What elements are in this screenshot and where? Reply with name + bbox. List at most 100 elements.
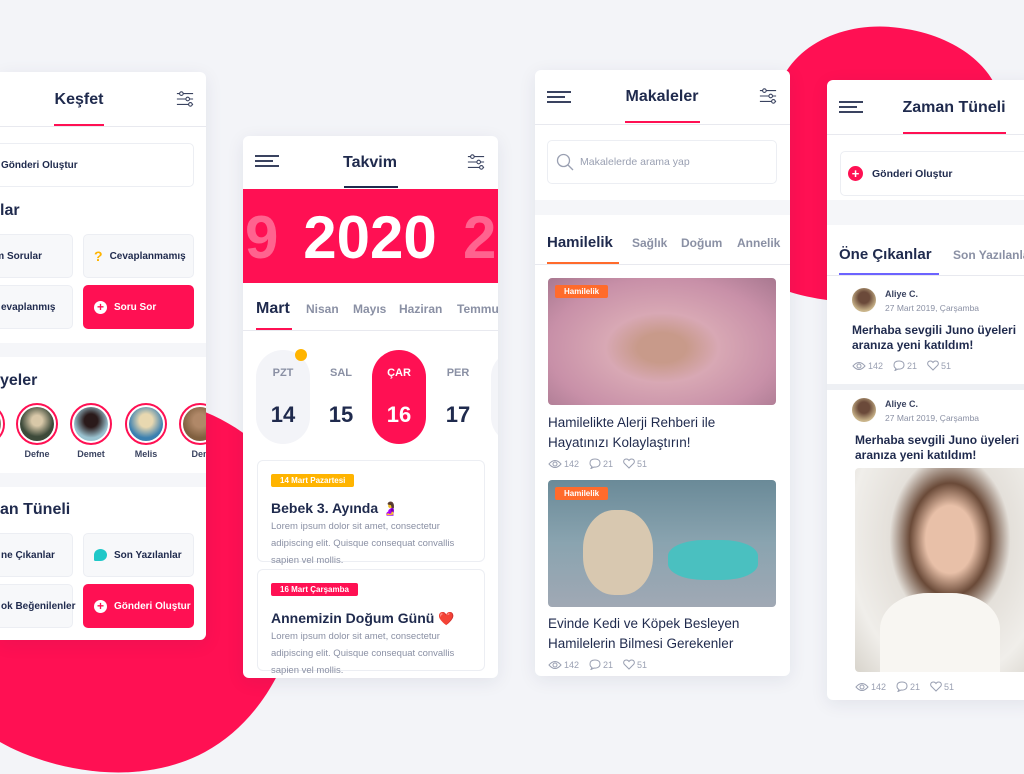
unanswered-button[interactable]: ? Cevaplanmamış xyxy=(83,234,194,278)
post-text[interactable]: Merhaba sevgili Juno üyeleri aranıza yen… xyxy=(855,433,1024,463)
divider xyxy=(535,264,790,265)
article-title[interactable]: Hamilelikte Alerji Rehberi ile Hayatınız… xyxy=(548,413,768,453)
avatar[interactable] xyxy=(125,403,167,445)
heart-emoji-icon: ❤️ xyxy=(438,611,455,626)
section-separator xyxy=(0,343,206,357)
pregnant-emoji-icon: 🤰 xyxy=(382,501,399,516)
title-underline xyxy=(344,186,398,188)
takvim-screen: Takvim 9 2020 2 Mart Nisan Mayıs Haziran… xyxy=(243,136,498,678)
member-name: Den xyxy=(191,449,206,459)
tab-hamilelik[interactable]: Hamilelik xyxy=(547,234,613,251)
search-icon xyxy=(556,153,574,171)
article-title[interactable]: Evinde Kedi ve Köpek Besleyen Hamileleri… xyxy=(548,614,768,654)
search-input[interactable]: Makalelerde arama yap xyxy=(547,140,777,184)
section-separator xyxy=(0,473,206,487)
tab-featured[interactable]: Öne Çıkanlar xyxy=(839,246,932,263)
article-image-baby-feet[interactable]: Hamilelik xyxy=(548,278,776,405)
plus-icon: + xyxy=(94,300,107,314)
makaleler-screen: Makaleler Makalelerde arama yap Hamileli… xyxy=(535,70,790,676)
eye-icon xyxy=(548,459,562,469)
day-car[interactable]: ÇAR 16 xyxy=(372,350,426,444)
dog-shape xyxy=(583,510,653,595)
filter-icon[interactable] xyxy=(467,153,485,171)
comment-icon xyxy=(893,360,905,371)
tab-annelik[interactable]: Annelik xyxy=(737,236,780,250)
filter-icon[interactable] xyxy=(759,87,777,105)
eye-icon xyxy=(852,361,866,371)
question-icon: ? xyxy=(94,248,103,264)
eye-icon xyxy=(855,682,869,692)
menu-icon[interactable] xyxy=(547,91,571,103)
page-title: Zaman Tüneli xyxy=(902,99,1006,116)
filter-icon[interactable] xyxy=(176,90,194,108)
post-author[interactable]: Aliye C. xyxy=(885,399,918,409)
avatar[interactable] xyxy=(852,288,876,312)
divider xyxy=(827,134,1024,135)
year[interactable]: 2020 xyxy=(303,203,436,272)
create-post-button[interactable]: + Gönderi Oluştur xyxy=(83,584,194,628)
month-tab-mart[interactable]: Mart xyxy=(256,300,290,318)
avatar[interactable] xyxy=(70,403,112,445)
tab-saglik[interactable]: Sağlık xyxy=(632,236,667,250)
post-text[interactable]: Merhaba sevgili Juno üyeleri aranıza yen… xyxy=(852,323,1024,353)
event-date-badge: 16 Mart Çarşamba xyxy=(271,583,358,596)
event-card[interactable]: 14 Mart Pazartesi Bebek 3. Ayında 🤰 Lore… xyxy=(257,460,485,566)
month-tab-temmuz[interactable]: Temmu xyxy=(457,302,498,316)
most-liked-button[interactable]: ok Beğenilenler xyxy=(0,584,75,628)
featured-button[interactable]: ne Çıkanlar xyxy=(0,533,73,577)
post-author[interactable]: Aliye C. xyxy=(885,289,918,299)
event-description: Lorem ipsum dolor sit amet, consectetur … xyxy=(271,521,455,566)
create-post-input[interactable]: + Gönderi Oluştur xyxy=(840,151,1024,196)
divider xyxy=(535,124,790,125)
event-dot xyxy=(295,349,307,361)
article-image-baby-dog[interactable]: Hamilelik xyxy=(548,480,776,607)
create-post-input[interactable]: Gönderi Oluştur xyxy=(0,143,194,187)
menu-icon[interactable] xyxy=(255,155,279,167)
category-tag: Hamilelik xyxy=(555,285,609,298)
month-tab-mayis[interactable]: Mayıs xyxy=(353,302,386,316)
tab-latest[interactable]: Son Yazılanla xyxy=(953,248,1024,262)
day-partial[interactable] xyxy=(491,350,498,444)
article-stats: 142 21 51 xyxy=(548,458,647,469)
divider xyxy=(827,275,1024,276)
title-underline xyxy=(625,121,700,123)
plus-icon: + xyxy=(94,599,107,613)
avatar[interactable] xyxy=(16,403,58,445)
heart-icon xyxy=(623,458,635,469)
avatar[interactable] xyxy=(0,403,5,445)
event-title: Annemizin Doğum Günü ❤️ xyxy=(271,610,455,626)
menu-icon[interactable] xyxy=(839,101,863,113)
member-name: Demet xyxy=(77,449,105,459)
my-questions-button[interactable]: im Sorular xyxy=(0,234,73,278)
year-banner: 9 2020 2 xyxy=(243,189,498,283)
post-stats: 142 21 51 xyxy=(852,360,951,371)
event-card[interactable]: 16 Mart Çarşamba Annemizin Doğum Günü ❤️… xyxy=(257,569,485,676)
month-tab-nisan[interactable]: Nisan xyxy=(306,302,339,316)
baby-shape xyxy=(668,540,758,580)
comment-icon xyxy=(896,681,908,692)
ask-question-button[interactable]: + Soru Sor xyxy=(83,285,194,329)
section-separator xyxy=(535,200,790,215)
category-tag: Hamilelik xyxy=(555,487,609,500)
avatar[interactable] xyxy=(179,403,206,445)
post-date: 27 Mart 2019, Çarşamba xyxy=(885,413,980,423)
month-tab-haziran[interactable]: Haziran xyxy=(399,302,442,316)
answered-button[interactable]: evaplanmış xyxy=(0,285,73,329)
page-title: Takvim xyxy=(343,154,397,171)
section-separator xyxy=(827,384,1024,390)
day-pzt[interactable]: PZT 14 xyxy=(256,350,310,444)
post-image-toddler[interactable] xyxy=(855,468,1024,672)
comment-icon xyxy=(589,659,601,670)
kesfet-screen: Keşfet Gönderi Oluştur lar im Sorular ?C… xyxy=(0,72,206,640)
plus-icon: + xyxy=(848,166,863,181)
event-description: Lorem ipsum dolor sit amet, consectetur … xyxy=(271,631,455,676)
latest-posts-button[interactable]: Son Yazılanlar xyxy=(83,533,194,577)
avatar[interactable] xyxy=(852,398,876,422)
day-per[interactable]: PER 17 xyxy=(431,350,485,444)
tab-dogum[interactable]: Doğum xyxy=(681,236,722,250)
comment-icon xyxy=(589,458,601,469)
day-sal[interactable]: SAL 15 xyxy=(314,350,368,444)
member-name: Defne xyxy=(24,449,50,459)
zaman-tuneli-screen: Zaman Tüneli + Gönderi Oluştur Öne Çıkan… xyxy=(827,80,1024,700)
post-date: 27 Mart 2019, Çarşamba xyxy=(885,303,980,313)
